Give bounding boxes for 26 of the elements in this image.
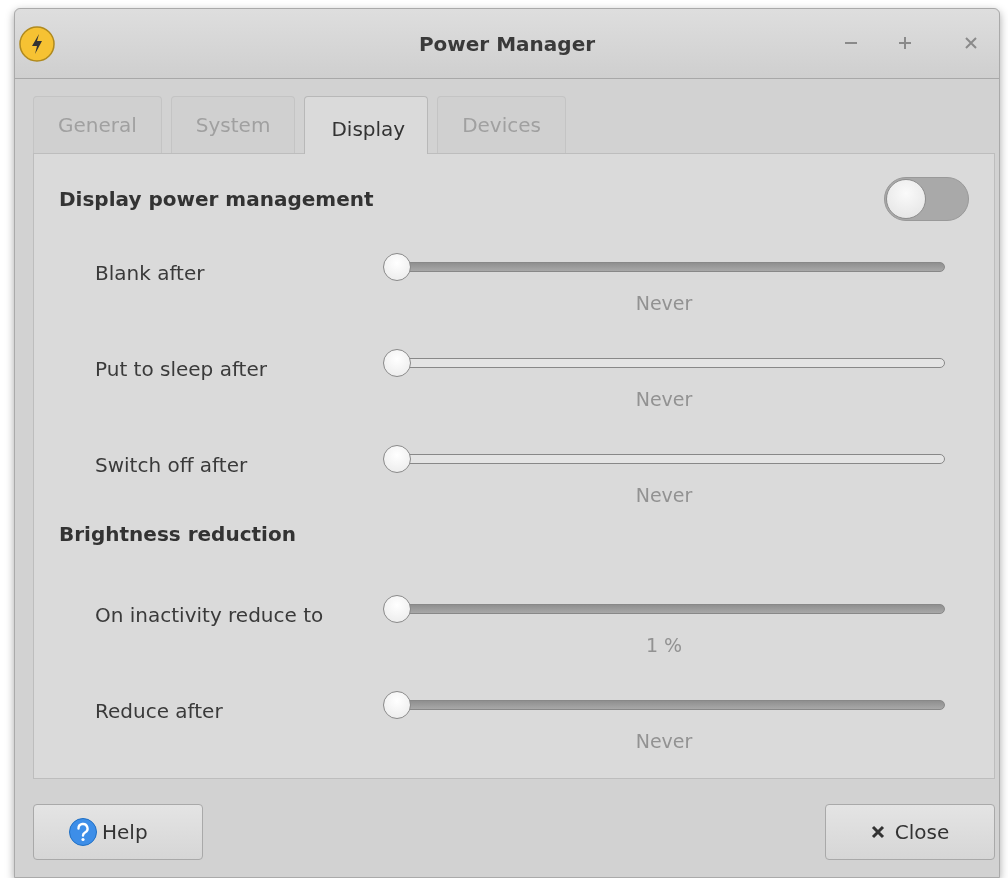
setting-label: Blank after [95, 260, 206, 287]
slider[interactable] [383, 253, 945, 281]
setting-label: Switch off after [95, 452, 249, 479]
lightning-icon [18, 24, 56, 63]
close-button[interactable]: Close [825, 804, 995, 860]
slider-thumb[interactable] [383, 253, 411, 281]
slider-thumb[interactable] [383, 691, 411, 719]
setting-label: On inactivity reduce to [95, 602, 325, 629]
section-heading: Brightness reduction [59, 521, 296, 548]
slider-value: Never [634, 483, 694, 508]
slider[interactable] [383, 691, 945, 719]
help-icon [68, 817, 98, 847]
section-heading: Display power management [59, 186, 374, 213]
slider-value: Never [634, 291, 694, 316]
window-title: Power Manager [418, 31, 596, 56]
close-icon [870, 825, 885, 839]
tab[interactable]: Display [304, 96, 429, 154]
slider-value: Never [634, 387, 694, 412]
toggle-switch[interactable] [884, 176, 969, 221]
setting-label: Reduce after [95, 698, 224, 725]
slider-thumb[interactable] [383, 595, 411, 623]
slider-value: 1 % [644, 633, 684, 658]
setting-label: Put to sleep after [95, 356, 268, 383]
slider[interactable] [383, 595, 945, 623]
slider-value: Never [634, 729, 694, 754]
help-button[interactable]: Help [33, 804, 203, 860]
